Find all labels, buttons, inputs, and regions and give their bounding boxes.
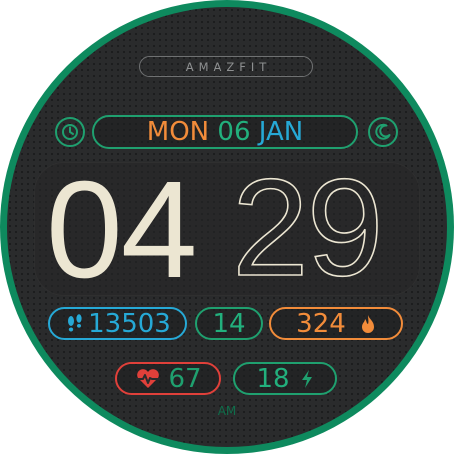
- minute-display: 29: [231, 155, 384, 305]
- am-pm-label: AM: [217, 404, 237, 418]
- month-label: JAN: [258, 117, 304, 147]
- night-mode-button[interactable]: [368, 117, 398, 147]
- footprints-icon: [68, 313, 82, 331]
- heart-pulse-icon: [136, 368, 161, 388]
- calories-complication[interactable]: 324: [269, 307, 403, 340]
- lightning-icon: [301, 369, 312, 388]
- day-label: 06: [217, 117, 251, 147]
- weekday-label: MON: [146, 117, 210, 147]
- brand-logo: AMAZFIT: [139, 56, 313, 77]
- steps-complication[interactable]: 13503: [48, 307, 187, 340]
- calories-value: 324: [296, 308, 346, 339]
- clock-icon: [62, 124, 78, 140]
- hour-display: 04: [46, 153, 197, 307]
- stat-two-value: 14: [212, 308, 246, 339]
- battery-complication[interactable]: 18: [233, 362, 337, 395]
- alarm-button[interactable]: [55, 117, 85, 147]
- battery-value: 18: [256, 363, 290, 394]
- secondary-complication[interactable]: 14: [195, 307, 263, 340]
- flame-icon: [361, 314, 374, 333]
- heart-rate-value: 67: [168, 363, 202, 394]
- moon-icon: [375, 123, 391, 140]
- steps-value: 13503: [88, 308, 171, 339]
- date-display: MON 06 JAN: [92, 115, 358, 149]
- minute-text: 29: [232, 155, 382, 305]
- heart-rate-complication[interactable]: 67: [115, 362, 221, 395]
